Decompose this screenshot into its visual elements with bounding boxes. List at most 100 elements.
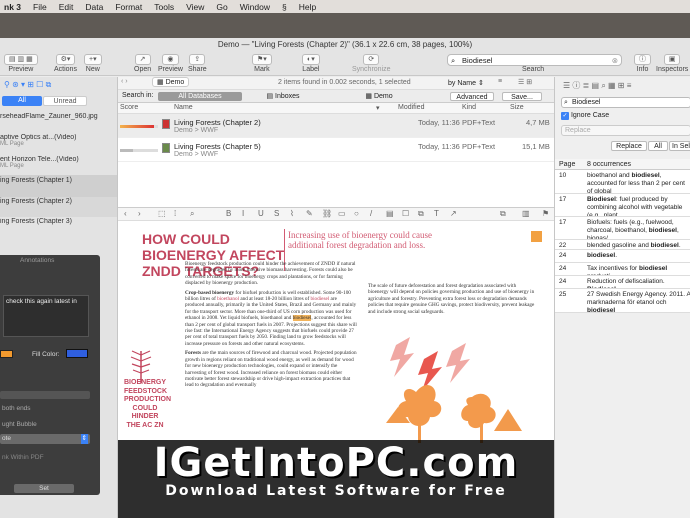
pen-icon[interactable]: ✎ [306, 209, 313, 218]
highlight-icon[interactable]: ⌇ [290, 209, 294, 218]
menu-view[interactable]: View [186, 2, 204, 12]
fill-color-swatch[interactable] [66, 349, 88, 358]
tab-all[interactable]: All [2, 96, 42, 106]
arrow-icon[interactable]: ↗ [450, 209, 457, 218]
sort-popup[interactable]: by Name ⇕ [448, 79, 484, 87]
col-modified[interactable]: Modified [398, 104, 424, 111]
back-arrow-icon[interactable]: ‹ [124, 209, 127, 218]
scope-inboxes[interactable]: ▤ Inboxes [248, 92, 318, 101]
scope-demo[interactable]: ▦ Demo [354, 92, 404, 101]
occurrence-row[interactable]: 17 Biodiesel: fuel produced by combining … [555, 194, 690, 217]
list-view-icon[interactable]: ☰ ⊞ [518, 78, 532, 86]
stamp-icon[interactable]: ⧉ [418, 209, 424, 219]
occurrence-row[interactable]: 17 Biofuels: fuels (e.g., fuelwood, charc… [555, 217, 690, 240]
scope-all-databases[interactable]: All Databases [158, 92, 242, 101]
line-icon[interactable]: / [370, 209, 372, 218]
replace-all-button[interactable]: All [648, 141, 668, 151]
preview-mode-group[interactable]: ▤ ▥ ▦ Preview [4, 54, 38, 73]
scripts-icon[interactable]: § [282, 2, 287, 12]
link-within-pdf[interactable]: nk Within PDF [2, 454, 44, 461]
note-style-select[interactable]: ote ⇕ [0, 434, 90, 444]
clear-search-icon[interactable]: ⊗ [612, 55, 618, 66]
line-color-swatch[interactable] [0, 350, 13, 358]
menu-go[interactable]: Go [216, 2, 227, 12]
sidebar-toggle-icon[interactable]: ▥ [522, 209, 530, 218]
occurrence-row[interactable]: 24 biodiesel. [555, 250, 690, 263]
ignore-case-checkbox[interactable]: ✓ Ignore Case [561, 112, 609, 120]
save-search-button[interactable]: Save... [502, 92, 542, 101]
actions-button[interactable]: ⚙▾ Actions [54, 54, 77, 73]
tab-unread[interactable]: Unread [43, 96, 87, 106]
occurrence-row[interactable]: 24 Tax incentives for biodiesel producti [555, 263, 690, 276]
occurrence-row[interactable]: 22 blended gasoline and biodiesel. [555, 240, 690, 250]
replace-in-selection-button[interactable]: In Sele [669, 141, 690, 151]
orange-square-icon [531, 231, 542, 242]
col-score[interactable]: Score [120, 104, 138, 111]
table-row[interactable]: Living Forests (Chapter 2) Demo > WWF To… [118, 114, 554, 138]
replace-input[interactable]: Replace [561, 125, 690, 136]
strike-icon[interactable]: S [274, 209, 279, 218]
menu-help[interactable]: Help [299, 2, 316, 12]
occurrence-row[interactable]: 10 bioethanol and biodiesel, accounted fo… [555, 170, 690, 194]
bold-icon[interactable]: B [226, 209, 231, 218]
toolbar-search-input[interactable]: ⌕ Biodiesel ⊗ [447, 54, 622, 66]
table-row[interactable]: Living Forests (Chapter 5) Demo > WWF To… [118, 138, 554, 162]
advanced-button[interactable]: Advanced [450, 92, 494, 101]
note-icon[interactable]: ▤ [386, 209, 394, 218]
menu-format[interactable]: Format [115, 2, 142, 12]
view-mode-buttons[interactable]: ▤ ▥ ▦ [4, 54, 38, 65]
sidebar-item[interactable]: ing Forests (Chapter 3) [0, 218, 117, 225]
info-button[interactable]: ⓘ Info [634, 54, 651, 73]
occurrence-row[interactable]: 25 27 Swedish Energy Agency. 2011. A mark… [555, 289, 690, 313]
italic-icon[interactable]: I [242, 209, 244, 218]
text-box-icon[interactable]: T [434, 209, 439, 218]
find-input[interactable]: ⌕ Biodiesel [561, 97, 690, 108]
flag-doc-icon[interactable]: ⚑ [542, 209, 549, 218]
open-button[interactable]: ↗ Open [134, 54, 151, 73]
zoom-icon[interactable]: ⌕ [190, 209, 194, 219]
col-name[interactable]: Name [174, 104, 193, 111]
menu-data[interactable]: Data [85, 2, 103, 12]
sidebar-item[interactable]: aptive Optics at...(Video) ML Page [0, 134, 117, 147]
search-highlight[interactable]: biodiesel [292, 315, 312, 322]
col-kind[interactable]: Kind [462, 104, 476, 111]
share-button[interactable]: ⇪ Share [188, 54, 207, 73]
occurrence-row[interactable]: 24 Reduction of defiscaliation. Biodiesel [555, 276, 690, 289]
menu-edit[interactable]: Edit [59, 2, 74, 12]
menu-file[interactable]: File [33, 2, 47, 12]
col-size[interactable]: Size [510, 104, 524, 111]
sidebar-item[interactable]: ing Forests (Chapter 1) [0, 175, 117, 197]
preview-button[interactable]: ◉ Preview [158, 54, 183, 73]
sidebar-item[interactable]: ent Horizon Tele...(Video) ML Page [0, 156, 117, 169]
sidebar-item[interactable]: rseheadFlame_Zauner_960.jpg [0, 113, 117, 120]
sidebar-icons[interactable]: ⚲ ⊛ ▾ ⊞ ☐ ⧉ [4, 80, 51, 90]
option-field[interactable] [0, 391, 90, 399]
underline-icon[interactable]: U [258, 209, 264, 218]
sort-direction-icon[interactable]: ≡ [498, 78, 502, 85]
annotation-note-field[interactable]: check this again latest in [3, 295, 89, 337]
menu-tools[interactable]: Tools [154, 2, 174, 12]
rectangle-icon[interactable]: ▭ [338, 209, 346, 218]
set-button[interactable]: Set [14, 484, 74, 493]
mark-button[interactable]: ⚑▾ Mark [252, 54, 272, 73]
database-popup[interactable]: ▦ Demo [152, 77, 190, 87]
inspectors-button[interactable]: ▣ Inspectors [656, 54, 688, 73]
replace-button[interactable]: Replace [611, 141, 647, 151]
forward-arrow-icon[interactable]: › [138, 209, 141, 218]
comment-icon[interactable]: ☐ [402, 209, 409, 218]
sidebar-item[interactable]: ing Forests (Chapter 2) [0, 197, 117, 217]
nav-arrows[interactable]: ‹ › [121, 78, 128, 85]
app-menu[interactable]: nk 3 [4, 2, 21, 12]
bubble-style-select[interactable]: ught Bubble [2, 421, 90, 428]
new-button[interactable]: +▾ New [84, 54, 102, 73]
text-select-icon[interactable]: ⁞ [174, 209, 176, 218]
circle-icon[interactable]: ○ [354, 209, 359, 218]
synchronize-button[interactable]: ⟳ Synchronize [352, 54, 391, 73]
link-icon[interactable]: ⛓ [322, 209, 332, 218]
select-tool-icon[interactable]: ⬚ [158, 209, 166, 218]
inspector-tabs[interactable]: ☰ ⓘ ≣ ▤ ⌕ ▦ ⊞ ≡ [563, 80, 631, 91]
copy-icon[interactable]: ⧉ [500, 209, 506, 219]
label-button[interactable]: ◐▾ Label [302, 54, 320, 73]
option-arrows[interactable]: both ends [2, 405, 90, 412]
menu-window[interactable]: Window [240, 2, 270, 12]
